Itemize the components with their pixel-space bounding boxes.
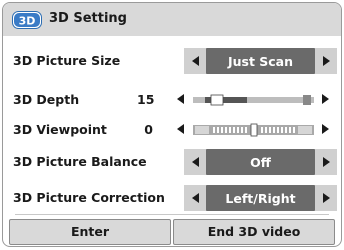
picture-size-selector[interactable]: Just Scan xyxy=(184,48,337,74)
logo-text: 3D xyxy=(19,15,36,28)
depth-slider-track xyxy=(193,94,314,106)
settings-panel: 3D 3D Setting 3D Picture Size Just Scan … xyxy=(2,2,342,247)
depth-slider[interactable] xyxy=(193,92,314,106)
picture-correction-value: Left/Right xyxy=(225,191,296,206)
3d-glasses-icon: 3D xyxy=(12,11,42,29)
title-bar: 3D 3D Setting xyxy=(3,3,341,36)
picture-balance-selector[interactable]: Off xyxy=(184,149,337,175)
depth-right-arrow-icon[interactable] xyxy=(322,94,329,104)
arrow-right-icon[interactable] xyxy=(323,56,330,66)
row-viewpoint[interactable]: 3D Viewpoint 0 xyxy=(3,117,341,141)
row-picture-balance[interactable]: 3D Picture Balance Off xyxy=(3,148,341,176)
depth-left-arrow-icon[interactable] xyxy=(177,94,184,104)
enter-button[interactable]: Enter xyxy=(9,219,171,245)
arrow-right-icon[interactable] xyxy=(323,193,330,203)
viewpoint-left-arrow-icon[interactable] xyxy=(177,124,184,134)
osd-dialog: 3D 3D Setting 3D Picture Size Just Scan … xyxy=(0,0,344,250)
row-depth[interactable]: 3D Depth 15 xyxy=(3,87,341,111)
viewpoint-slider[interactable] xyxy=(193,122,314,137)
divider xyxy=(15,214,329,215)
arrow-right-icon[interactable] xyxy=(323,157,330,167)
viewpoint-right-arrow-icon[interactable] xyxy=(322,124,329,134)
picture-size-label: 3D Picture Size xyxy=(13,53,121,68)
viewpoint-slider-track xyxy=(193,123,314,137)
picture-balance-label: 3D Picture Balance xyxy=(13,154,147,169)
picture-correction-selector[interactable]: Left/Right xyxy=(184,185,337,211)
picture-balance-value: Off xyxy=(250,155,271,170)
picture-correction-label: 3D Picture Correction xyxy=(13,190,165,205)
row-picture-correction[interactable]: 3D Picture Correction Left/Right xyxy=(3,184,341,212)
viewpoint-label: 3D Viewpoint xyxy=(13,122,107,137)
row-picture-size[interactable]: 3D Picture Size Just Scan xyxy=(3,47,341,75)
depth-label: 3D Depth xyxy=(13,92,80,107)
depth-value: 15 xyxy=(137,92,155,107)
end-3d-video-button[interactable]: End 3D video xyxy=(173,219,335,245)
end-3d-video-button-label: End 3D video xyxy=(207,224,301,239)
viewpoint-value: 0 xyxy=(144,122,153,137)
picture-size-value: Just Scan xyxy=(227,54,294,69)
enter-button-label: Enter xyxy=(70,224,110,239)
window-title: 3D Setting xyxy=(49,11,127,26)
